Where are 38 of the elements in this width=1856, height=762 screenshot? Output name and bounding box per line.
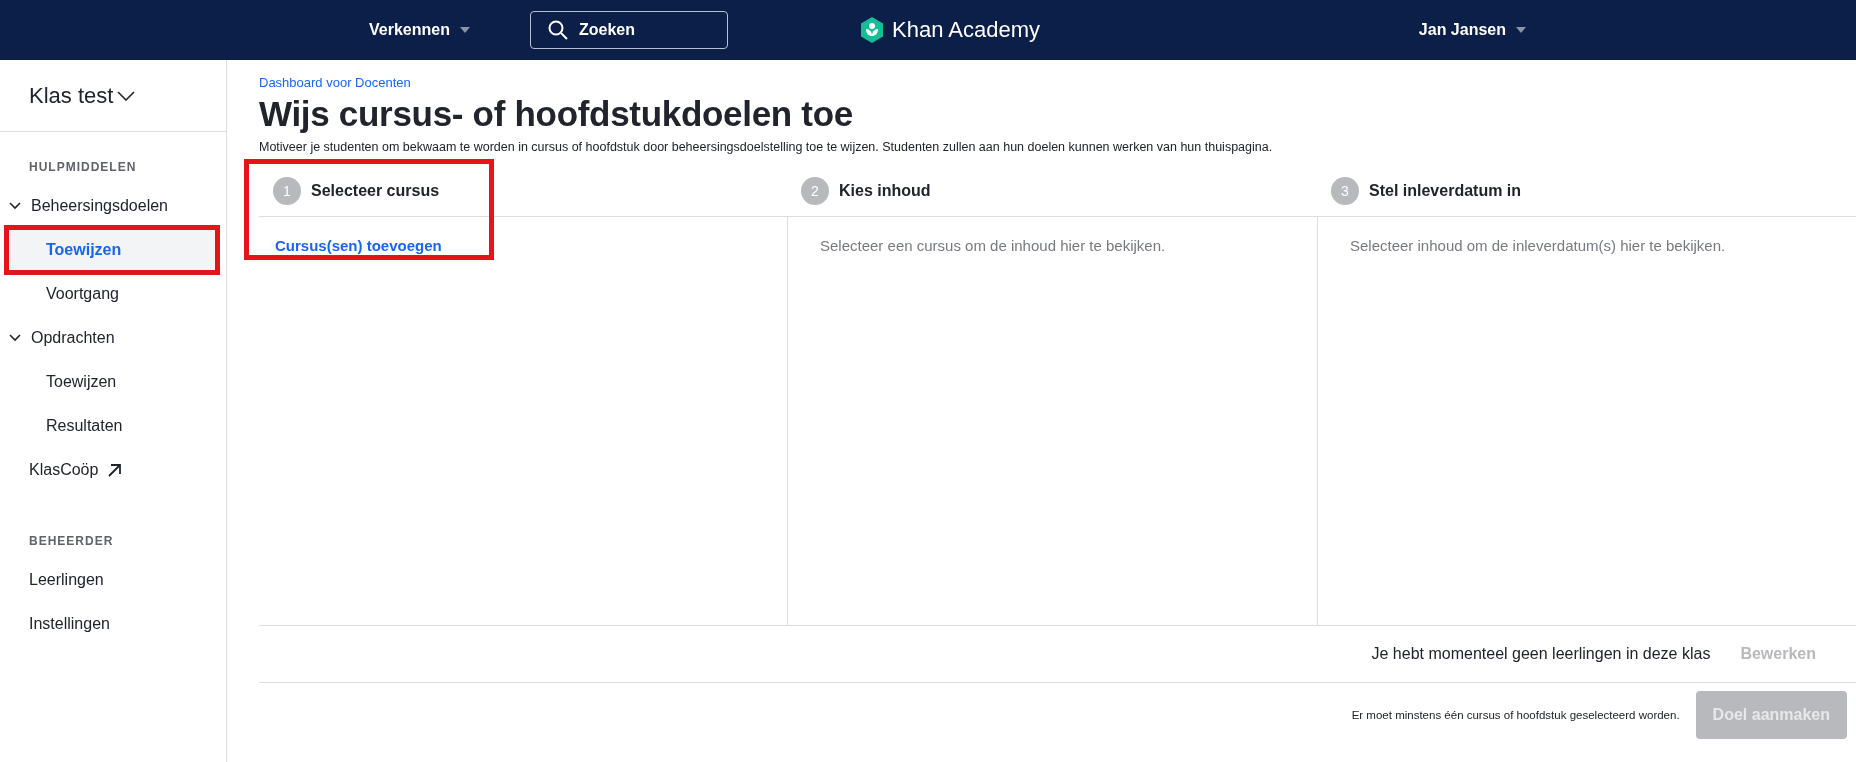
external-link[interactable]: KlasCoöp <box>0 448 226 492</box>
empty-state-text: Selecteer inhoud om de inleverdatum(s) hier te bekijken. <box>1350 237 1726 254</box>
chevron-icon <box>9 334 21 342</box>
search-field[interactable]: Zoeken <box>529 11 728 49</box>
step-number: 3 <box>1331 177 1359 205</box>
caret-icon <box>459 27 470 33</box>
nav-group[interactable]: Beheersingsdoelen <box>0 184 226 228</box>
step-title: Kies inhoud <box>839 182 931 200</box>
explore-menu[interactable]: Verkennen <box>369 21 470 39</box>
page-description: Motiveer je studenten om bekwaam te worden in cursus of hoofdstuk door beheersingsdoelstelling toe te wijzen. Studenten zullen aan hun doelen kunnen werken van hun thuispagina. <box>259 140 1274 154</box>
caret-icon <box>1516 27 1526 33</box>
nav-group[interactable]: Opdrachten <box>0 316 226 360</box>
step-number: 1 <box>273 177 301 205</box>
section-heading: HULPMIDDELEN <box>28 159 138 176</box>
logo-text[interactable]: Khan Academy <box>892 17 1040 43</box>
page-title: Wijs cursus- of hoofdstukdoelen toe <box>259 94 854 134</box>
arrow-up-right-icon <box>108 463 122 477</box>
nav-item[interactable]: Toewijzen <box>8 360 216 404</box>
nav-item[interactable]: Resultaten <box>8 404 216 448</box>
step-number: 2 <box>801 177 829 205</box>
students-note: Je hebt momenteel geen leerlingen in deze klas <box>1371 645 1711 663</box>
chevron-icon <box>9 202 21 210</box>
empty-state-text: Selecteer een cursus om de inhoud hier te bekijken. <box>820 237 1166 254</box>
breadcrumb-link[interactable]: Dashboard voor Docenten <box>259 75 1856 90</box>
nav-item[interactable]: Voortgang <box>8 272 216 316</box>
validation-note: Er moet minstens één cursus of hoofdstuk geselecteerd worden. <box>1351 709 1680 721</box>
step-title: Stel inleverdatum in <box>1369 182 1522 200</box>
search-icon <box>547 20 568 40</box>
step-title: Selecteer cursus <box>311 182 440 200</box>
class-switcher[interactable]: Klas test <box>0 60 226 132</box>
nav-item[interactable]: Toewijzen <box>8 228 216 272</box>
section-heading: BEHEERDER <box>28 533 115 550</box>
logo-icon <box>860 17 884 43</box>
chevron-down-icon <box>117 90 136 101</box>
nav-item[interactable]: Instellingen <box>0 602 226 646</box>
nav-item[interactable]: Leerlingen <box>0 558 226 602</box>
add-course-link[interactable]: Cursus(sen) toevoegen <box>275 237 442 254</box>
user-menu[interactable]: Jan Jansen <box>1418 21 1526 39</box>
